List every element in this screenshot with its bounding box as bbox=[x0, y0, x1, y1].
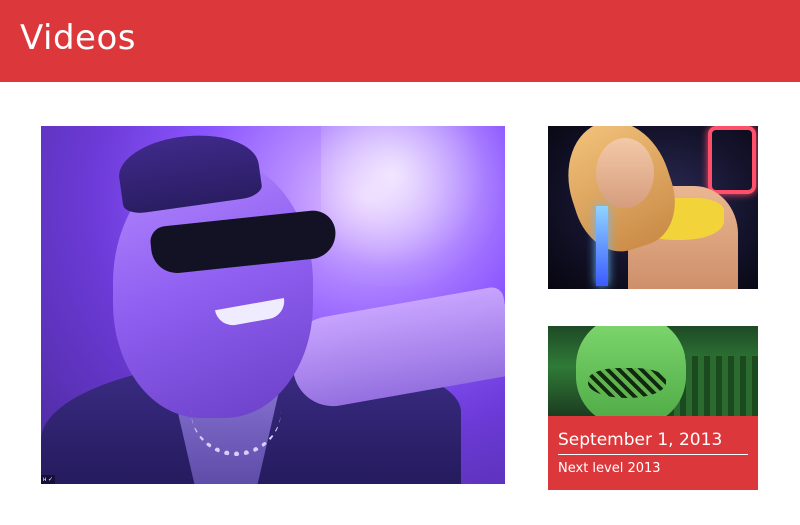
video-thumbnail-1[interactable] bbox=[548, 126, 758, 289]
video-title[interactable]: Next level 2013 bbox=[558, 461, 661, 476]
caption-divider bbox=[558, 454, 748, 455]
featured-video-thumbnail[interactable]: ʜ ✓ bbox=[41, 126, 505, 484]
dancer-face bbox=[596, 138, 654, 208]
video-date: September 1, 2013 bbox=[558, 430, 723, 450]
video-thumbnail-2-image bbox=[548, 326, 758, 416]
neon-sign bbox=[708, 126, 756, 194]
dancer-bikini bbox=[588, 368, 666, 398]
video-corner-mark: ʜ ✓ bbox=[41, 475, 56, 484]
stage-light bbox=[321, 126, 501, 286]
page-title: Videos bbox=[20, 18, 136, 58]
video-thumbnail-2[interactable]: September 1, 2013 Next level 2013 bbox=[548, 326, 758, 490]
arm-shape bbox=[284, 285, 505, 413]
light-stick bbox=[596, 206, 608, 286]
page-header: Videos bbox=[0, 0, 800, 82]
